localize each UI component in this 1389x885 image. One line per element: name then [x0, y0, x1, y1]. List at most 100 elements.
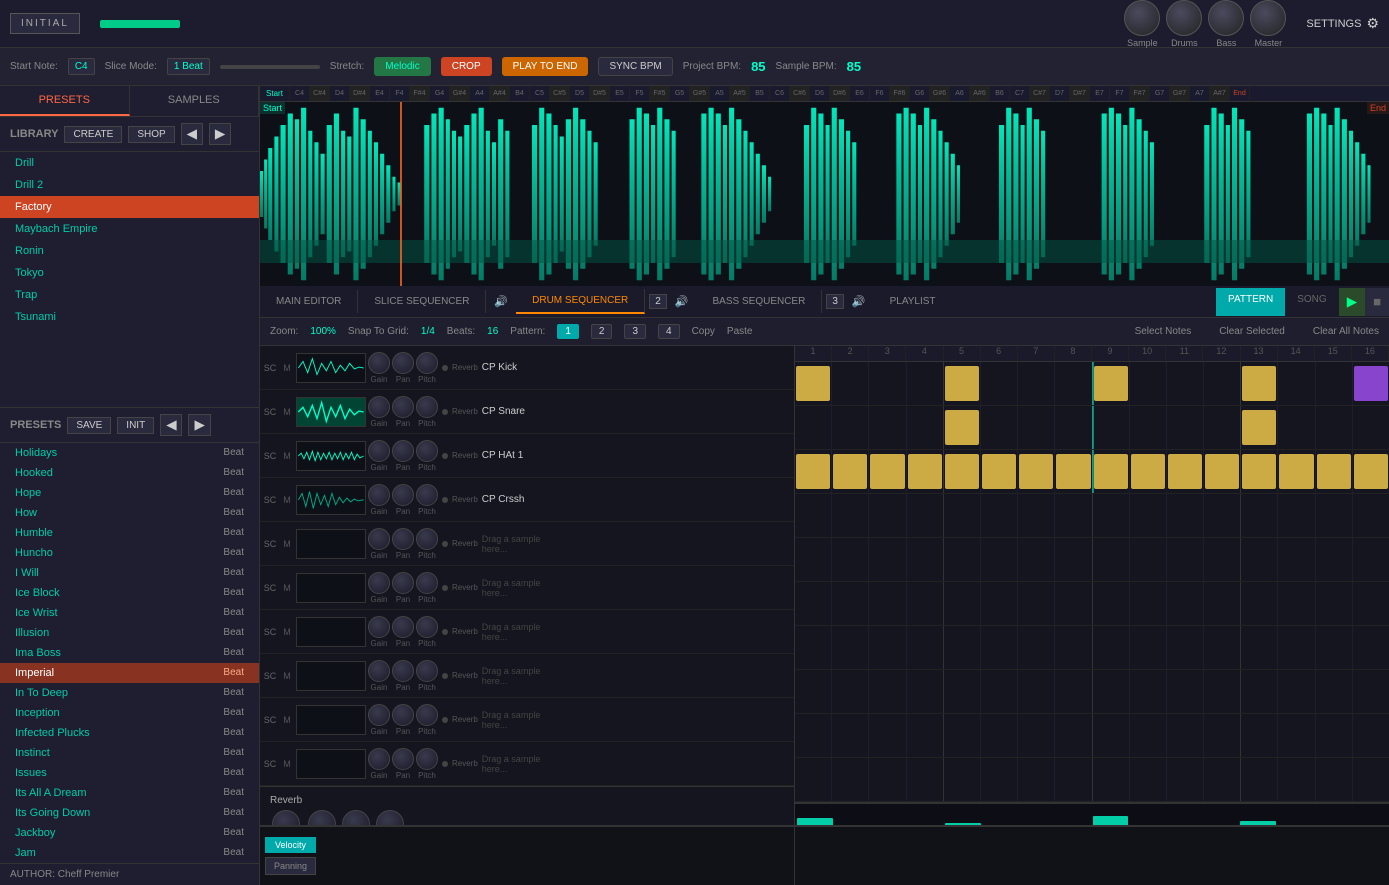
library-item[interactable]: Trap: [0, 284, 259, 306]
sc-button[interactable]: SC: [260, 715, 280, 725]
paste-button[interactable]: Paste: [727, 326, 753, 337]
grid-cell[interactable]: [1130, 538, 1167, 581]
grid-cell[interactable]: [1316, 450, 1353, 493]
sc-button[interactable]: SC: [260, 627, 280, 637]
grid-cell[interactable]: [907, 494, 944, 537]
grid-cell[interactable]: [869, 538, 906, 581]
grid-cell[interactable]: [907, 758, 944, 801]
grid-cell[interactable]: [1204, 362, 1241, 405]
grid-cell[interactable]: [1278, 758, 1315, 801]
grid-cell[interactable]: [1167, 758, 1204, 801]
grid-cell[interactable]: [1241, 406, 1278, 449]
copy-button[interactable]: Copy: [692, 326, 715, 337]
grid-cell[interactable]: [1353, 494, 1389, 537]
play-button[interactable]: ▶: [1339, 288, 1365, 316]
snare-pitch-knob[interactable]: [416, 396, 438, 418]
sc-button[interactable]: SC: [260, 759, 280, 769]
grid-cell[interactable]: [1167, 450, 1204, 493]
preset-prev-button[interactable]: ◀: [160, 414, 182, 436]
grid-cell[interactable]: [1167, 582, 1204, 625]
sc-button[interactable]: SC: [260, 363, 280, 373]
grid-cell[interactable]: [869, 626, 906, 669]
drums-knob[interactable]: [1166, 0, 1202, 36]
grid-cell[interactable]: [1316, 538, 1353, 581]
grid-cell[interactable]: [1018, 450, 1055, 493]
snap-value[interactable]: 1/4: [421, 326, 435, 337]
grid-cell[interactable]: [944, 362, 981, 405]
kick-reverb-dot[interactable]: [442, 365, 448, 371]
main-editor-tab[interactable]: MAIN EDITOR: [260, 290, 358, 313]
grid-cell[interactable]: [832, 670, 869, 713]
grid-cell[interactable]: [1353, 538, 1389, 581]
empty9-pitch-knob[interactable]: [416, 704, 438, 726]
grid-cell[interactable]: [1055, 494, 1092, 537]
pattern-button[interactable]: PATTERN: [1216, 288, 1285, 316]
grid-cell[interactable]: [944, 670, 981, 713]
empty9-pan-knob[interactable]: [392, 704, 414, 726]
grid-cell[interactable]: [1316, 670, 1353, 713]
grid-cell[interactable]: [1130, 406, 1167, 449]
grid-cell[interactable]: [981, 362, 1018, 405]
empty9-gain-knob[interactable]: [368, 704, 390, 726]
grid-cell[interactable]: [1241, 670, 1278, 713]
grid-cell[interactable]: [1130, 450, 1167, 493]
clear-selected-button[interactable]: Clear Selected: [1219, 326, 1285, 337]
master-knob[interactable]: [1250, 0, 1286, 36]
library-prev-button[interactable]: ◀: [181, 123, 203, 145]
grid-cell[interactable]: [944, 538, 981, 581]
grid-cell[interactable]: [1353, 362, 1389, 405]
grid-cell[interactable]: [1167, 714, 1204, 757]
preset-item[interactable]: Its All A DreamBeat: [0, 783, 259, 803]
grid-cell[interactable]: [944, 626, 981, 669]
start-note-value[interactable]: C4: [68, 58, 95, 75]
grid-cell[interactable]: [1278, 582, 1315, 625]
preset-item[interactable]: Ice WristBeat: [0, 603, 259, 623]
clear-all-button[interactable]: Clear All Notes: [1313, 326, 1379, 337]
preset-item[interactable]: IllusionBeat: [0, 623, 259, 643]
grid-cell[interactable]: [1130, 362, 1167, 405]
grid-cell[interactable]: [1167, 670, 1204, 713]
grid-cell[interactable]: [1130, 626, 1167, 669]
empty7-reverb-dot[interactable]: [442, 629, 448, 635]
grid-cell[interactable]: [1278, 362, 1315, 405]
m-button[interactable]: M: [280, 715, 294, 725]
empty5-reverb-dot[interactable]: [442, 541, 448, 547]
library-item[interactable]: Ronin: [0, 240, 259, 262]
m-button[interactable]: M: [280, 539, 294, 549]
library-item[interactable]: Maybach Empire: [0, 218, 259, 240]
grid-cell[interactable]: [832, 626, 869, 669]
pattern-1-button[interactable]: 1: [557, 324, 579, 339]
grid-cell[interactable]: [1167, 494, 1204, 537]
grid-cell[interactable]: [1278, 714, 1315, 757]
empty5-pan-knob[interactable]: [392, 528, 414, 550]
grid-cell[interactable]: [1167, 626, 1204, 669]
grid-cell[interactable]: [1055, 670, 1092, 713]
library-next-button[interactable]: ▶: [209, 123, 231, 145]
project-bpm-value[interactable]: 85: [751, 59, 765, 74]
grid-row-9[interactable]: [795, 714, 1389, 758]
grid-cell[interactable]: [832, 714, 869, 757]
playlist-tab[interactable]: PLAYLIST: [874, 290, 952, 313]
sc-button[interactable]: SC: [260, 451, 280, 461]
damping-knob[interactable]: [342, 810, 370, 825]
grid-cell[interactable]: [1055, 582, 1092, 625]
grid-cell[interactable]: [1353, 670, 1389, 713]
library-item[interactable]: Drill 2: [0, 174, 259, 196]
m-button[interactable]: M: [280, 759, 294, 769]
grid-cell[interactable]: [869, 582, 906, 625]
m-button[interactable]: M: [280, 363, 294, 373]
empty8-gain-knob[interactable]: [368, 660, 390, 682]
grid-cell[interactable]: [795, 714, 832, 757]
empty8-pan-knob[interactable]: [392, 660, 414, 682]
grid-cell[interactable]: [1130, 670, 1167, 713]
grid-cell[interactable]: [907, 450, 944, 493]
grid-cell[interactable]: [795, 758, 832, 801]
preset-item[interactable]: JackboyBeat: [0, 823, 259, 843]
grid-cell[interactable]: [981, 758, 1018, 801]
grid-cell[interactable]: [981, 626, 1018, 669]
grid-cell[interactable]: [1241, 362, 1278, 405]
preset-item[interactable]: I WillBeat: [0, 563, 259, 583]
grid-cell[interactable]: [1018, 494, 1055, 537]
pattern-3-button[interactable]: 3: [624, 324, 646, 339]
grid-cell[interactable]: [1167, 406, 1204, 449]
